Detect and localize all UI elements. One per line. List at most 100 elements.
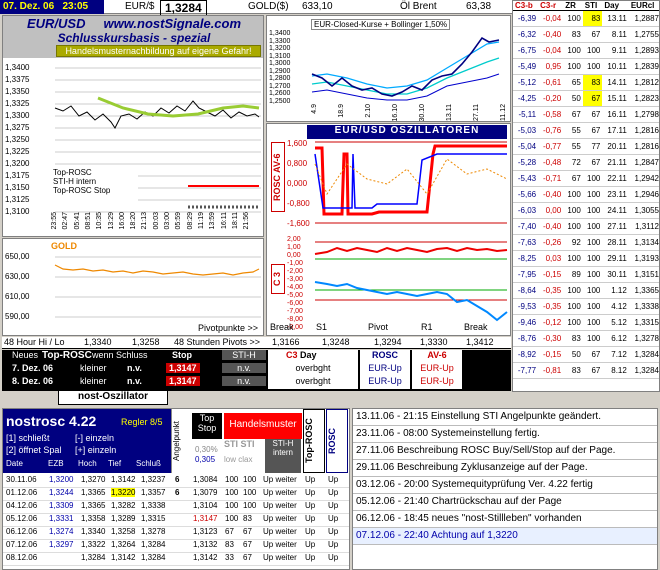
right-cell: -0,61: [538, 74, 564, 91]
gold-value: 633,10: [302, 1, 333, 12]
signal-table: Neues Top-ROSC wenn Schluss Stop STI-H C…: [2, 350, 511, 390]
bollinger-lower: [311, 73, 500, 101]
right-table-row: -5,03 -0,76 55 67 17.11 1,2816: [513, 122, 659, 139]
right-cell: -0,04: [538, 42, 564, 59]
right-table-row: -6,03 0,00 100 100 24.11 1,3055: [513, 202, 659, 219]
eurusd-intraday-chart: EUR/USD www.nostSignale.com Schlusskursb…: [2, 15, 264, 237]
right-cell: 9.11: [602, 42, 629, 59]
right-cell: 100: [582, 314, 603, 331]
right-cell: -0,26: [538, 234, 564, 251]
right-col-header: C3-r: [540, 1, 557, 10]
right-cell: 100: [582, 330, 603, 347]
bottom-cell: 6: [175, 475, 180, 484]
signal-rosc: EUR-Up: [360, 363, 410, 376]
x-tick-label: 03:00: [164, 212, 171, 230]
pivot-label-break-low: Break: [270, 322, 294, 332]
right-cell: -5,03: [513, 122, 539, 139]
bollinger-y-tick: 1,3200: [269, 45, 291, 52]
right-cell: 100: [582, 282, 603, 299]
opt-open-single[interactable]: [+] einzeln: [75, 445, 116, 455]
right-cell: -0,40: [538, 26, 564, 43]
x-tick-label: 21:13: [141, 212, 149, 230]
pivot-break-low: 1,3166: [272, 337, 300, 347]
right-cell: 13.11: [602, 10, 629, 27]
right-cell: 8.11: [602, 26, 629, 43]
bottom-cell: 1,3289: [111, 514, 136, 523]
bottom-cell: 1,3322: [81, 540, 106, 549]
right-cell: 0,95: [538, 58, 564, 75]
signal-c3: overbght: [268, 376, 358, 389]
right-cell: -7,40: [513, 218, 539, 235]
right-cell: -4,25: [513, 90, 539, 107]
right-cell: 67: [582, 122, 603, 139]
bollinger-x-tick: 11.12: [500, 104, 507, 121]
sig-h-rosc: ROSC: [360, 350, 410, 363]
osc-y2-tick: -7,00: [287, 308, 303, 315]
sig-h-wenn: wenn Schluss: [92, 350, 148, 360]
log-entry: 13.11.06 - 21:15 Einstellung STI Angelpu…: [353, 409, 657, 426]
right-cell: 1,3278: [628, 330, 659, 347]
right-cell: 17.11: [602, 122, 629, 139]
tab-nost-oszillator[interactable]: nost-Oszillator: [58, 391, 168, 405]
right-cell: -5,49: [513, 58, 539, 75]
right-cell: 1,3284: [628, 346, 659, 363]
signal-val: n.v.: [127, 363, 142, 373]
x-tick-label: 11:19: [197, 212, 205, 229]
right-cell: 1,3193: [628, 250, 659, 267]
right-cell: -0,40: [538, 218, 564, 235]
osc-y2-tick: -5,00: [287, 292, 303, 299]
y-tick-label: 1,3275: [5, 123, 30, 132]
right-cell: 1,3112: [628, 218, 659, 235]
right-cell: 8.12: [602, 362, 629, 379]
y-tick-label: 1,3400: [5, 63, 30, 72]
bottom-cell: 100: [225, 475, 239, 484]
bottom-cell: 1,3284: [81, 553, 106, 562]
right-cell: 1,2847: [628, 154, 659, 171]
x-tick-label: 18:11: [231, 212, 239, 229]
pivot-r1: 1,3330: [420, 337, 448, 347]
right-cell: 67: [582, 106, 603, 123]
bottom-cell: Up: [328, 514, 339, 523]
y-tick-label: 1,3200: [5, 159, 30, 168]
bollinger-x-tick: 16.10: [392, 104, 399, 122]
bottom-cell: 1,3142: [193, 553, 218, 562]
bottom-cell: 67: [225, 527, 234, 536]
gold-label: GOLD($): [248, 1, 289, 12]
right-cell: 100: [582, 234, 603, 251]
signal-stop: 1,3147: [166, 363, 200, 373]
x-tick-label: 16:00: [118, 212, 126, 230]
bollinger-y-tick: 1,2600: [269, 90, 291, 97]
right-cell: 100: [563, 10, 583, 27]
right-cell: 1,2946: [628, 186, 659, 203]
right-cell: -0,76: [538, 122, 564, 139]
right-cell: 4.12: [602, 298, 629, 315]
right-cell: -5,66: [513, 186, 539, 203]
bottom-table-row: 01.12.06 1,3244 1,3365 1,3220 1,3357 6 1,3079 1…: [3, 488, 349, 501]
bottom-cell: 1,3104: [193, 501, 218, 510]
right-cell: -0,35: [538, 298, 564, 315]
right-table-row: -5,11 -0,58 67 67 16.11 1,2798: [513, 106, 659, 123]
pivot-label-break-high: Break: [464, 322, 488, 332]
opt-close-single[interactable]: [-] einzeln: [75, 433, 114, 443]
bollinger-x-tick: 30.10: [419, 104, 426, 122]
bottom-cell: Up weiter: [263, 527, 297, 536]
signal-stop: 1,3147: [166, 376, 200, 386]
right-cell: 100: [582, 186, 603, 203]
x-tick-label: 18:20: [130, 212, 138, 230]
bottom-cell: 6: [175, 488, 180, 497]
bottom-cell: 1,3309: [49, 501, 74, 510]
right-cell: 55: [563, 122, 583, 139]
bottom-cell: 1,3365: [81, 501, 106, 510]
signal-sti: n.v.: [222, 376, 266, 386]
right-cell: -0,15: [538, 346, 564, 363]
right-table-row: -6,75 -0,04 100 100 9.11 1,2893: [513, 42, 659, 59]
opt-open-all[interactable]: [2] öffnet Spal: [6, 445, 61, 455]
right-cell: 83: [582, 10, 603, 27]
angelpunkt-header: Angelpunkt: [171, 409, 191, 473]
sig-h-neues: Neues: [12, 350, 39, 360]
right-cell: -0,20: [538, 90, 564, 107]
osc-y2-tick: 2,00: [287, 236, 301, 243]
bottom-cell: 100: [225, 501, 239, 510]
opt-close-all[interactable]: [1] schließt: [6, 433, 50, 443]
right-cell: 0,03: [538, 250, 564, 267]
